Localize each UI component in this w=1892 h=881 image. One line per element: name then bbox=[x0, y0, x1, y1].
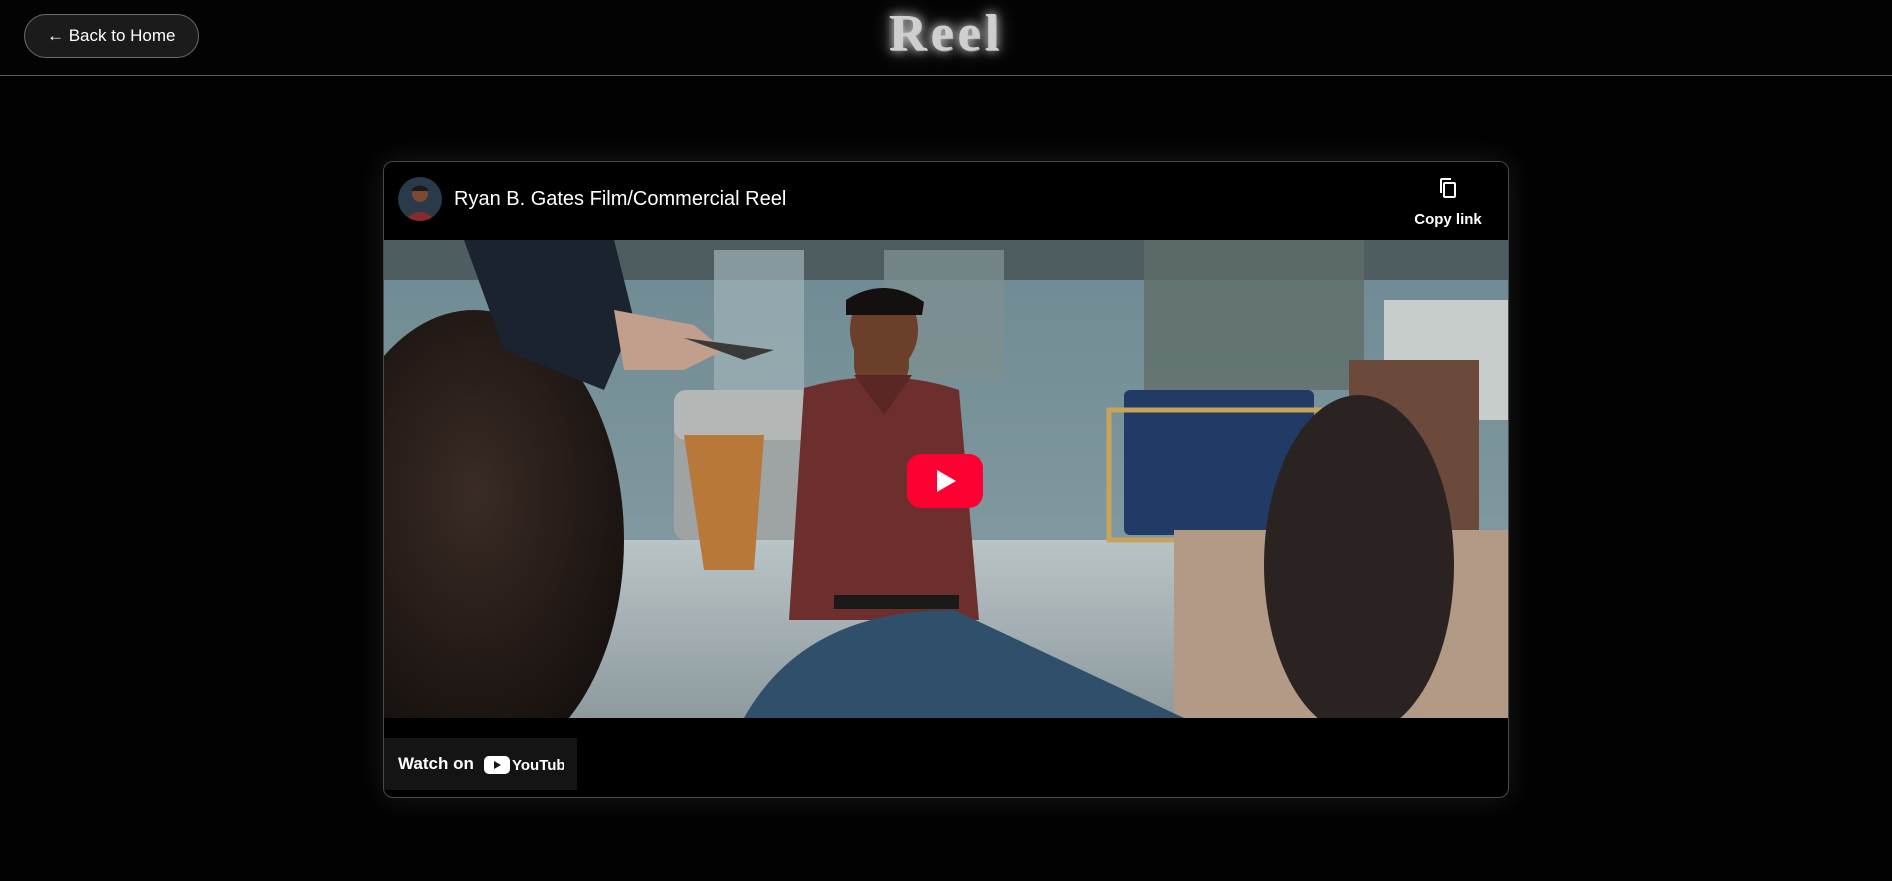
copy-link-button[interactable]: Copy link bbox=[1410, 176, 1486, 228]
youtube-embed-player[interactable]: Ryan B. Gates Film/Commercial Reel Copy … bbox=[383, 161, 1509, 798]
copy-link-label: Copy link bbox=[1414, 211, 1482, 228]
watch-on-label: Watch on bbox=[398, 754, 474, 773]
watch-on-youtube-button[interactable]: Watch on YouTube bbox=[384, 738, 577, 790]
youtube-wordmark: YouTube bbox=[512, 757, 564, 774]
top-bar: ← Back to Home Reel bbox=[0, 0, 1892, 76]
channel-avatar[interactable] bbox=[398, 177, 442, 221]
video-thumbnail[interactable] bbox=[384, 240, 1508, 718]
play-button[interactable] bbox=[907, 454, 983, 508]
player-header: Ryan B. Gates Film/Commercial Reel Copy … bbox=[384, 162, 1508, 240]
video-title[interactable]: Ryan B. Gates Film/Commercial Reel bbox=[454, 188, 786, 211]
copy-icon bbox=[1436, 178, 1460, 204]
youtube-logo-icon: YouTube bbox=[484, 755, 574, 780]
site-logo: Reel bbox=[888, 5, 1004, 62]
